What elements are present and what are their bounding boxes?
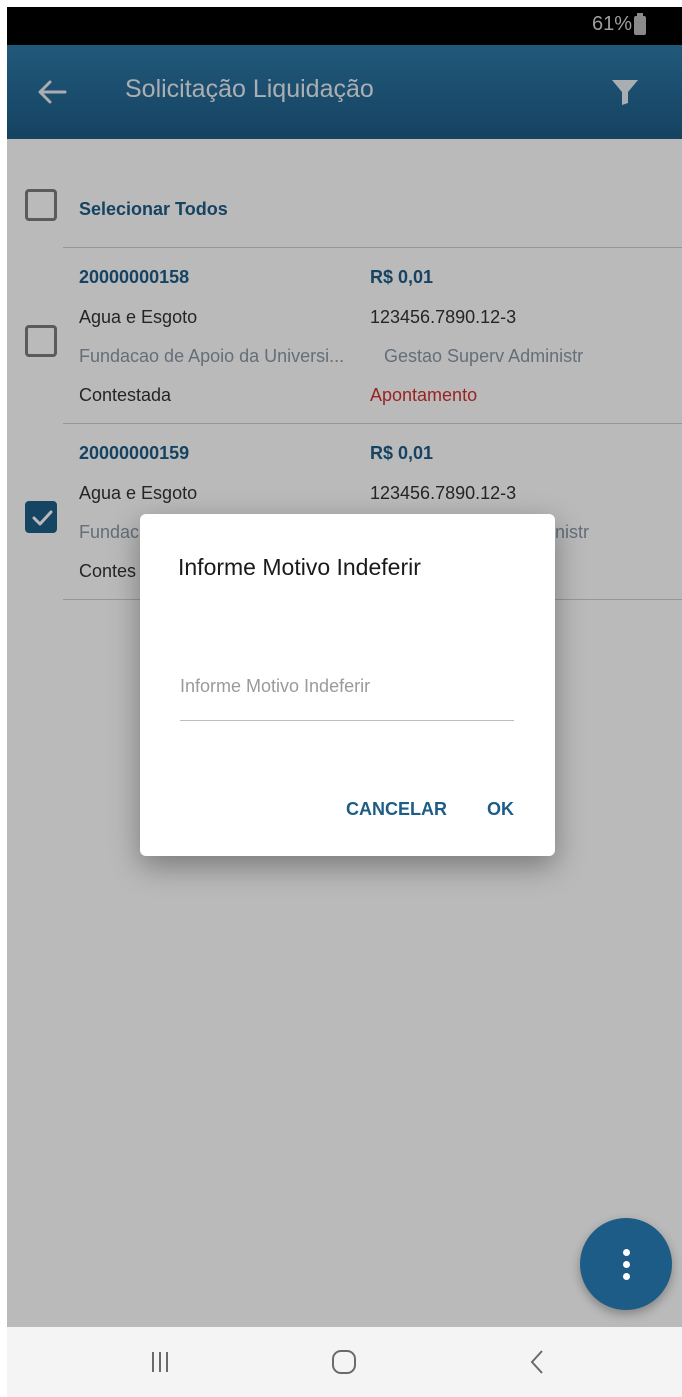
more-options-fab[interactable] <box>580 1218 672 1310</box>
dialog-title: Informe Motivo Indeferir <box>178 554 421 580</box>
battery-icon <box>634 13 646 35</box>
system-nav-bar <box>7 1327 682 1397</box>
status-bar: 61% <box>7 7 682 45</box>
battery-percent: 61% <box>591 13 632 35</box>
reason-input[interactable] <box>180 652 514 721</box>
more-vertical-icon <box>623 1249 630 1256</box>
cancel-button[interactable]: CANCELAR <box>346 799 447 820</box>
home-icon[interactable] <box>329 1347 359 1382</box>
phone-screen: 61% Solicitação Liquidação Selecionar To… <box>7 7 682 1397</box>
ok-button[interactable]: OK <box>487 799 514 820</box>
reject-reason-dialog: Informe Motivo Indeferir CANCELAR OK <box>140 514 555 856</box>
back-chevron-icon[interactable] <box>523 1347 553 1382</box>
recents-icon[interactable] <box>145 1347 175 1382</box>
